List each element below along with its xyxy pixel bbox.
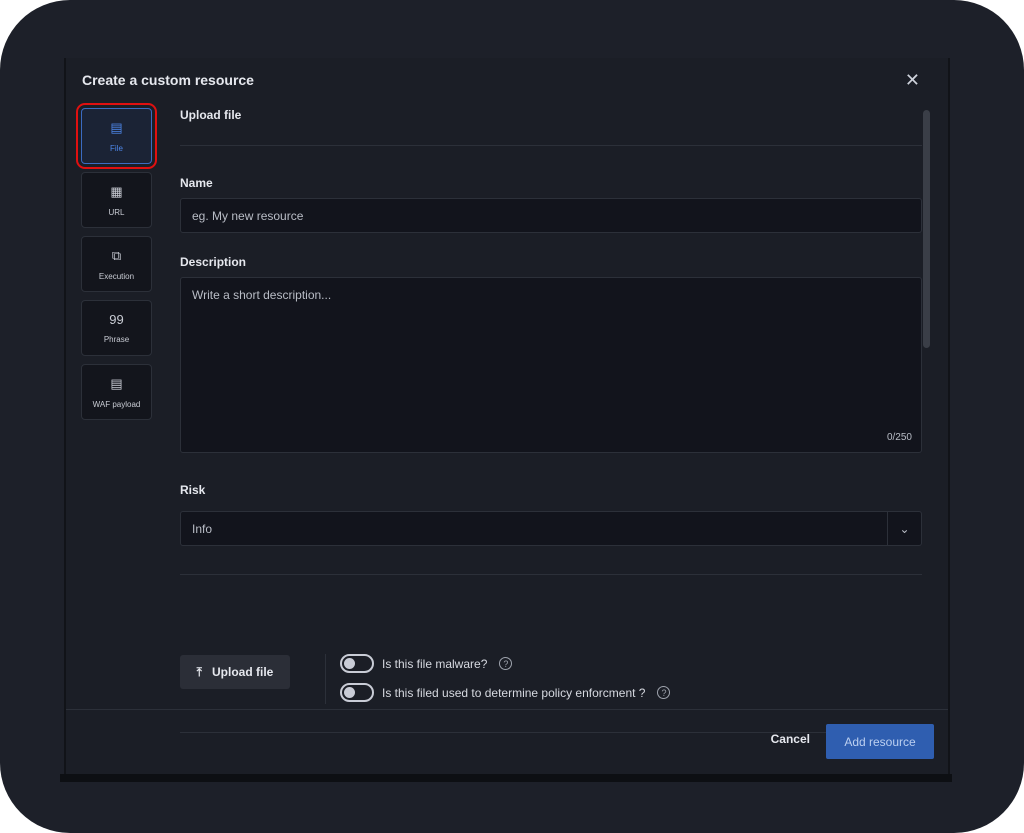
- divider: [180, 574, 922, 575]
- policy-toggle-row: Is this filed used to determine policy e…: [340, 683, 671, 702]
- help-icon[interactable]: ?: [657, 686, 671, 699]
- file-icon: ▤: [110, 119, 123, 135]
- type-execution[interactable]: ⧉ Execution: [81, 236, 152, 292]
- resource-type-list: ▤ File ▦ URL ⧉ Execution 99 Phrase ▤ WAF payl…: [76, 103, 157, 428]
- close-icon[interactable]: ✕: [905, 70, 920, 91]
- url-icon: ▦: [110, 183, 123, 199]
- risk-value: Info: [192, 522, 213, 536]
- risk-label: Risk: [180, 483, 206, 497]
- type-phrase[interactable]: 99 Phrase: [81, 300, 152, 356]
- create-resource-dialog: Create a custom resource ✕ ▤ File ▦ URL ⧉ E…: [64, 58, 950, 776]
- cancel-button[interactable]: Cancel: [771, 732, 810, 746]
- type-waf-payload[interactable]: ▤ WAF payload: [81, 364, 152, 420]
- section-title: Upload file: [180, 108, 242, 122]
- risk-select[interactable]: Info ⌄: [180, 511, 922, 546]
- divider: [180, 145, 922, 146]
- malware-toggle[interactable]: [340, 654, 374, 673]
- chevron-down-icon[interactable]: ⌄: [887, 512, 921, 545]
- type-label: Phrase: [103, 335, 130, 344]
- malware-label: Is this file malware?: [382, 656, 488, 671]
- dialog-title: Create a custom resource: [82, 72, 254, 88]
- quote-icon: 99: [109, 312, 124, 327]
- malware-toggle-row: Is this file malware??: [340, 654, 513, 673]
- footer-divider: [66, 709, 948, 710]
- background-strip: [60, 774, 952, 782]
- screen: Create a custom resource ✕ ▤ File ▦ URL ⧉ E…: [0, 0, 1024, 833]
- waf-payload-icon: ▤: [110, 375, 123, 391]
- type-url[interactable]: ▦ URL: [81, 172, 152, 228]
- type-file[interactable]: ▤ File: [76, 103, 157, 169]
- policy-toggle[interactable]: [340, 683, 374, 702]
- divider: [180, 732, 922, 733]
- type-label: WAF payload: [92, 399, 141, 409]
- type-label: Execution: [98, 271, 135, 281]
- divider: [325, 654, 326, 704]
- policy-label: Is this filed used to determine policy e…: [382, 685, 646, 700]
- description-label: Description: [180, 255, 247, 269]
- scrollbar[interactable]: [923, 110, 930, 710]
- upload-label: Upload file: [211, 665, 274, 679]
- name-input[interactable]: eg. My new resource: [180, 198, 922, 233]
- name-label: Name: [180, 176, 213, 190]
- execution-icon: ⧉: [111, 247, 122, 263]
- upload-file-button[interactable]: ⤒ Upload file: [180, 655, 290, 689]
- description-placeholder: Write a short description...: [192, 288, 332, 302]
- char-count: 0/250: [886, 432, 912, 443]
- type-label: URL: [108, 207, 125, 217]
- upload-icon: ⤒: [196, 664, 202, 679]
- description-input[interactable]: Write a short description... 0/250: [180, 277, 922, 453]
- add-resource-button[interactable]: Add resource: [826, 724, 934, 759]
- scrollbar-thumb[interactable]: [923, 110, 930, 348]
- help-icon[interactable]: ?: [499, 657, 513, 670]
- form: Upload file Name eg. My new resource Des…: [180, 108, 922, 733]
- type-label: File: [110, 143, 123, 153]
